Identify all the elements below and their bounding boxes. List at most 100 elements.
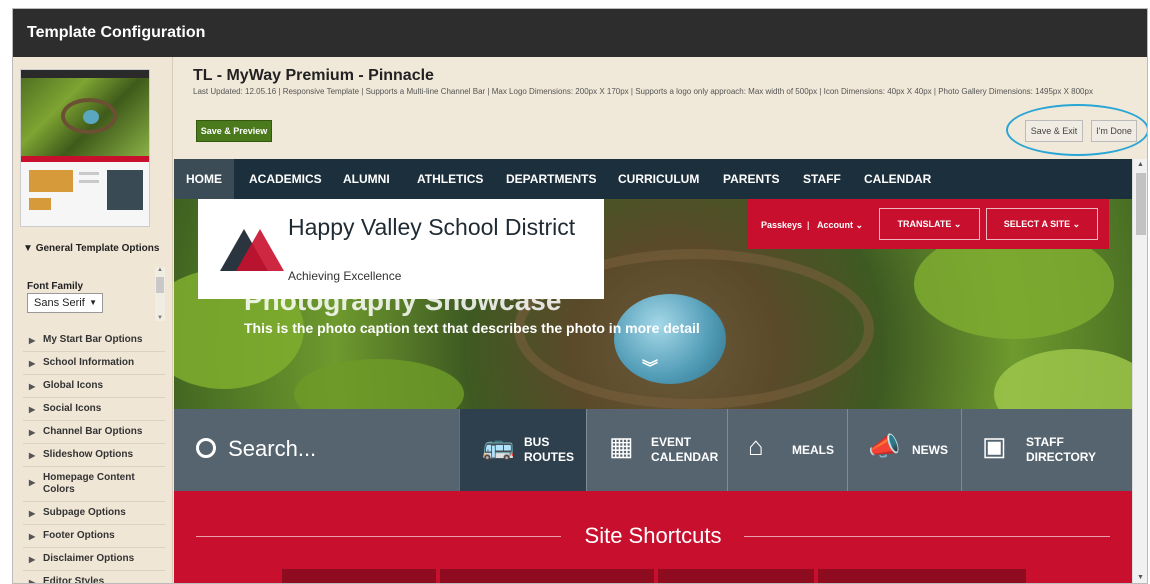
scroll-down-chevron-icon[interactable]: ︾: [642, 361, 658, 377]
quick-link-label: DIRECTORY: [1026, 450, 1097, 464]
passkeys-link[interactable]: Passkeys: [761, 220, 802, 230]
sidebar-item-slideshow-options[interactable]: ▶ Slideshow Options: [23, 444, 165, 467]
options-scrollbar[interactable]: ▲ ▼: [155, 267, 165, 321]
shortcut-tab[interactable]: [818, 569, 1026, 583]
triangle-right-icon: ▶: [29, 555, 36, 564]
translate-button[interactable]: TRANSLATE ⌄: [879, 208, 980, 240]
calendar-icon: ▦: [609, 431, 634, 461]
sidebar-item-footer-options[interactable]: ▶ Footer Options: [23, 525, 165, 548]
sidebar-item-label: Editor Styles: [43, 576, 105, 584]
account-label: Account: [817, 220, 853, 230]
account-link[interactable]: Account ⌄: [817, 220, 863, 231]
nav-departments[interactable]: DEPARTMENTS: [506, 159, 596, 199]
scrollbar-thumb[interactable]: [1136, 173, 1146, 235]
font-family-label: Font Family: [27, 281, 84, 292]
search-button[interactable]: Search...: [174, 409, 459, 491]
school-tagline: Achieving Excellence: [288, 269, 402, 283]
sidebar-item-label: Channel Bar Options: [43, 426, 143, 437]
window-title: Template Configuration: [13, 9, 1147, 57]
select-site-label: SELECT A SITE: [1003, 219, 1071, 229]
font-family-select[interactable]: Sans Serif ▼: [27, 293, 103, 313]
scroll-up-icon[interactable]: ▲: [1137, 161, 1144, 168]
sidebar-item-global-icons[interactable]: ▶ Global Icons: [23, 375, 165, 398]
nav-alumni[interactable]: ALUMNI: [343, 159, 390, 199]
hero-leaf: [994, 349, 1132, 409]
scroll-down-icon[interactable]: ▼: [157, 315, 163, 321]
thumbnail-egg: [83, 110, 99, 124]
sidebar: ▼ General Template Options Font Family S…: [13, 57, 173, 584]
sidebar-item-label: Homepage Content Colors: [43, 472, 135, 495]
template-config-window: Template Configuration ▼ General Templat…: [12, 8, 1148, 584]
quick-link-bus-routes[interactable]: 🚌 BUS ROUTES: [459, 409, 586, 491]
quick-link-event-calendar[interactable]: ▦ EVENT CALENDAR: [586, 409, 727, 491]
megaphone-icon: 📣: [868, 431, 901, 461]
triangle-down-icon: ▼: [23, 243, 33, 254]
bus-icon: 🚌: [482, 431, 515, 461]
preview-scrollbar[interactable]: ▲ ▼: [1132, 159, 1147, 583]
nav-staff[interactable]: STAFF: [803, 159, 841, 199]
sidebar-item-subpage-options[interactable]: ▶ Subpage Options: [23, 502, 165, 525]
shortcut-tab[interactable]: [282, 569, 436, 583]
sidebar-item-disclaimer-options[interactable]: ▶ Disclaimer Options: [23, 548, 165, 571]
search-area: Search...: [196, 436, 316, 462]
preview-channel-bar: HOME ACADEMICS ALUMNI ATHLETICS DEPARTME…: [174, 159, 1132, 199]
nav-curriculum[interactable]: CURRICULUM: [618, 159, 699, 199]
scroll-up-icon[interactable]: ▲: [157, 267, 163, 273]
select-a-site-button[interactable]: SELECT A SITE ⌄: [986, 208, 1098, 240]
sidebar-item-editor-styles[interactable]: ▶ Editor Styles: [23, 571, 165, 584]
section-general-template-options[interactable]: ▼ General Template Options: [23, 243, 159, 254]
shortcut-tab[interactable]: [440, 569, 654, 583]
quick-link-label: BUS: [524, 435, 550, 449]
triangle-right-icon: ▶: [29, 382, 36, 391]
triangle-right-icon: ▶: [29, 451, 36, 460]
thumbnail-photo: [29, 170, 73, 192]
contact-card-icon: ▣: [982, 431, 1007, 461]
save-preview-button[interactable]: Save & Preview: [196, 120, 272, 142]
triangle-right-icon: ▶: [29, 428, 36, 437]
quick-link-meals[interactable]: ⌂ MEALS: [727, 409, 847, 491]
translate-label: TRANSLATE: [897, 219, 952, 229]
thumbnail-text-line: [79, 172, 99, 175]
triangle-right-icon: ▶: [29, 336, 36, 345]
quick-link-staff-directory[interactable]: ▣ STAFF DIRECTORY: [961, 409, 1132, 491]
thumbnail-panel: [107, 170, 143, 210]
search-icon: [196, 438, 216, 458]
triangle-right-icon: ▶: [29, 509, 36, 518]
shortcut-tab[interactable]: [658, 569, 814, 583]
thumbnail-nav: [21, 70, 149, 78]
nav-parents[interactable]: PARENTS: [723, 159, 779, 199]
site-shortcuts-section: Site Shortcuts: [174, 491, 1132, 583]
scrollbar-thumb[interactable]: [156, 277, 164, 293]
sidebar-item-social-icons[interactable]: ▶ Social Icons: [23, 398, 165, 421]
scroll-down-icon[interactable]: ▼: [1137, 574, 1144, 581]
sidebar-item-channel-bar-options[interactable]: ▶ Channel Bar Options: [23, 421, 165, 444]
site-shortcuts-title: Site Shortcuts: [584, 523, 722, 548]
sidebar-item-label: Subpage Options: [43, 507, 126, 518]
thumbnail-content: [21, 162, 149, 226]
quick-links-bar: Search... 🚌 BUS ROUTES ▦ EVENT CALENDAR ⌂ …: [174, 409, 1132, 491]
sidebar-item-my-start-bar-options[interactable]: ▶ My Start Bar Options: [23, 329, 165, 352]
sidebar-item-school-information[interactable]: ▶ School Information: [23, 352, 165, 375]
sidebar-item-homepage-content-colors[interactable]: ▶ Homepage Content Colors: [23, 467, 165, 502]
nav-academics[interactable]: ACADEMICS: [249, 159, 322, 199]
sidebar-item-label: Slideshow Options: [43, 449, 134, 460]
nav-athletics[interactable]: ATHLETICS: [417, 159, 483, 199]
nav-calendar[interactable]: CALENDAR: [864, 159, 931, 199]
triangle-right-icon: ▶: [29, 532, 36, 541]
sidebar-item-label: Global Icons: [43, 380, 104, 391]
sidebar-item-label: School Information: [43, 357, 135, 368]
milk-carton-icon: ⌂: [748, 431, 764, 461]
quick-link-label: EVENT: [651, 435, 692, 449]
hero-caption: This is the photo caption text that desc…: [244, 320, 700, 336]
school-logo-block[interactable]: Happy Valley School District Achieving E…: [198, 199, 604, 299]
nav-home[interactable]: HOME: [174, 159, 234, 199]
quick-link-label: ROUTES: [524, 450, 575, 464]
quick-link-news[interactable]: 📣 NEWS: [847, 409, 961, 491]
chevron-down-icon: ⌄: [953, 219, 962, 229]
thumbnail-text-line: [79, 180, 99, 183]
sidebar-item-label: My Start Bar Options: [43, 334, 143, 345]
highlight-circle: [1006, 104, 1147, 156]
template-thumbnail[interactable]: [20, 69, 150, 227]
template-meta: Last Updated: 12.05.16 | Responsive Temp…: [193, 87, 1093, 96]
sidebar-menu: ▶ My Start Bar Options ▶ School Informatio…: [23, 329, 165, 584]
